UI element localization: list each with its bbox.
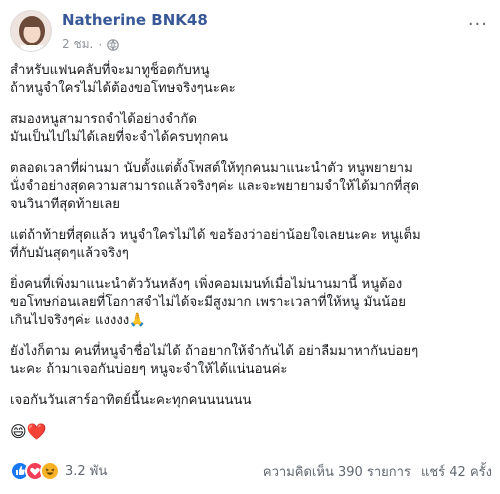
post-paragraph: เจอกันวันเสาร์อาทิตย์นี้นะคะทุกคนนนนนน (10, 392, 490, 410)
post-emoji-line: 😄❤️ (10, 422, 47, 441)
facebook-post: Natherine BNK48 2 ชม. · ··· สำหรับแฟนคลั… (0, 0, 500, 494)
post-timestamp[interactable]: 2 ชม. (62, 35, 93, 54)
haha-reaction-icon (40, 460, 60, 481)
post-line: นั่งจำอย่างสุดความสามารถแล้วจริงๆค่ะ และ… (10, 179, 420, 194)
post-paragraph: ยิ่งคนที่เพิ่งมาแนะนำตัววันหลังๆ เพิ่งคอ… (10, 276, 490, 330)
post-line: มันเป็นไปไม่ได้เลยที่จะจำได้ครบทุกคน (10, 130, 229, 145)
author-name[interactable]: Natherine BNK48 (62, 11, 208, 29)
post-paragraph: สมองหนูสามารถจำได้อย่างจำกัดมันเป็นไปไม่… (10, 111, 490, 147)
author-avatar[interactable] (10, 10, 52, 52)
post-line: ตลอดเวลาที่ผ่านมา นับตั้งแต่ตั้งโพสต์ให้… (10, 161, 413, 176)
post-meta: 2 ชม. · (62, 35, 119, 54)
post-line: สมองหนูสามารถจำได้อย่างจำกัด (10, 112, 197, 127)
post-line: ที่กับมันสุดๆแล้วจริงๆ (10, 246, 129, 261)
post-line: เกินไปจริงๆค่ะ แงงงง🙏 (10, 313, 146, 328)
comment-count[interactable]: ความคิดเห็น 390 รายการ (263, 461, 411, 482)
post-line: แต่ถ้าท้ายที่สุดแล้ว หนูจำใครไม่ได้ ขอร้… (10, 228, 421, 243)
post-paragraph: ยังไงก็ตาม คนที่หนูจำชื่อไม่ได้ ถ้าอยากใ… (10, 343, 490, 379)
post-line: สำหรับแฟนคลับที่จะมาทูช็อตกับหนู (10, 63, 210, 78)
engagement-stats: ความคิดเห็น 390 รายการ แชร์ 42 ครั้ง (263, 461, 492, 482)
post-line: จนวินาทีสุดท้ายเลย (10, 197, 121, 212)
post-footer: 3.2 พัน ความคิดเห็น 390 รายการ แชร์ 42 ค… (10, 458, 492, 482)
post-line: ยิ่งคนที่เพิ่งมาแนะนำตัววันหลังๆ เพิ่งคอ… (10, 277, 403, 292)
more-options-icon[interactable]: ··· (468, 14, 488, 35)
post-header: Natherine BNK48 2 ชม. · ··· (10, 8, 490, 54)
post-paragraph: แต่ถ้าท้ายที่สุดแล้ว หนูจำใครไม่ได้ ขอร้… (10, 227, 490, 263)
post-line: ยังไงก็ตาม คนที่หนูจำชื่อไม่ได้ ถ้าอยากใ… (10, 344, 419, 359)
post-text: สำหรับแฟนคลับที่จะมาทูช็อตกับหนูถ้าหนูจำ… (10, 62, 490, 441)
post-line: เจอกันวันเสาร์อาทิตย์นี้นะคะทุกคนนนนนน (10, 393, 252, 408)
post-paragraph: สำหรับแฟนคลับที่จะมาทูช็อตกับหนูถ้าหนูจำ… (10, 62, 490, 98)
share-count[interactable]: แชร์ 42 ครั้ง (421, 461, 492, 482)
post-line: ขอโทษก่อนเลยที่โอกาสจำไม่ได้จะมีสูงมาก เ… (10, 295, 406, 310)
reaction-summary[interactable]: 3.2 พัน (10, 460, 107, 481)
reaction-count[interactable]: 3.2 พัน (65, 460, 107, 481)
post-line: นะคะ ถ้ามาเจอกันบ่อยๆ หนูจะจำให้ได้แน่นอ… (10, 362, 288, 377)
globe-icon[interactable] (107, 38, 119, 51)
post-paragraph: ตลอดเวลาที่ผ่านมา นับตั้งแต่ตั้งโพสต์ให้… (10, 160, 490, 214)
post-line: ถ้าหนูจำใครไม่ได้ต้องขอโทษจริงๆนะคะ (10, 81, 236, 96)
